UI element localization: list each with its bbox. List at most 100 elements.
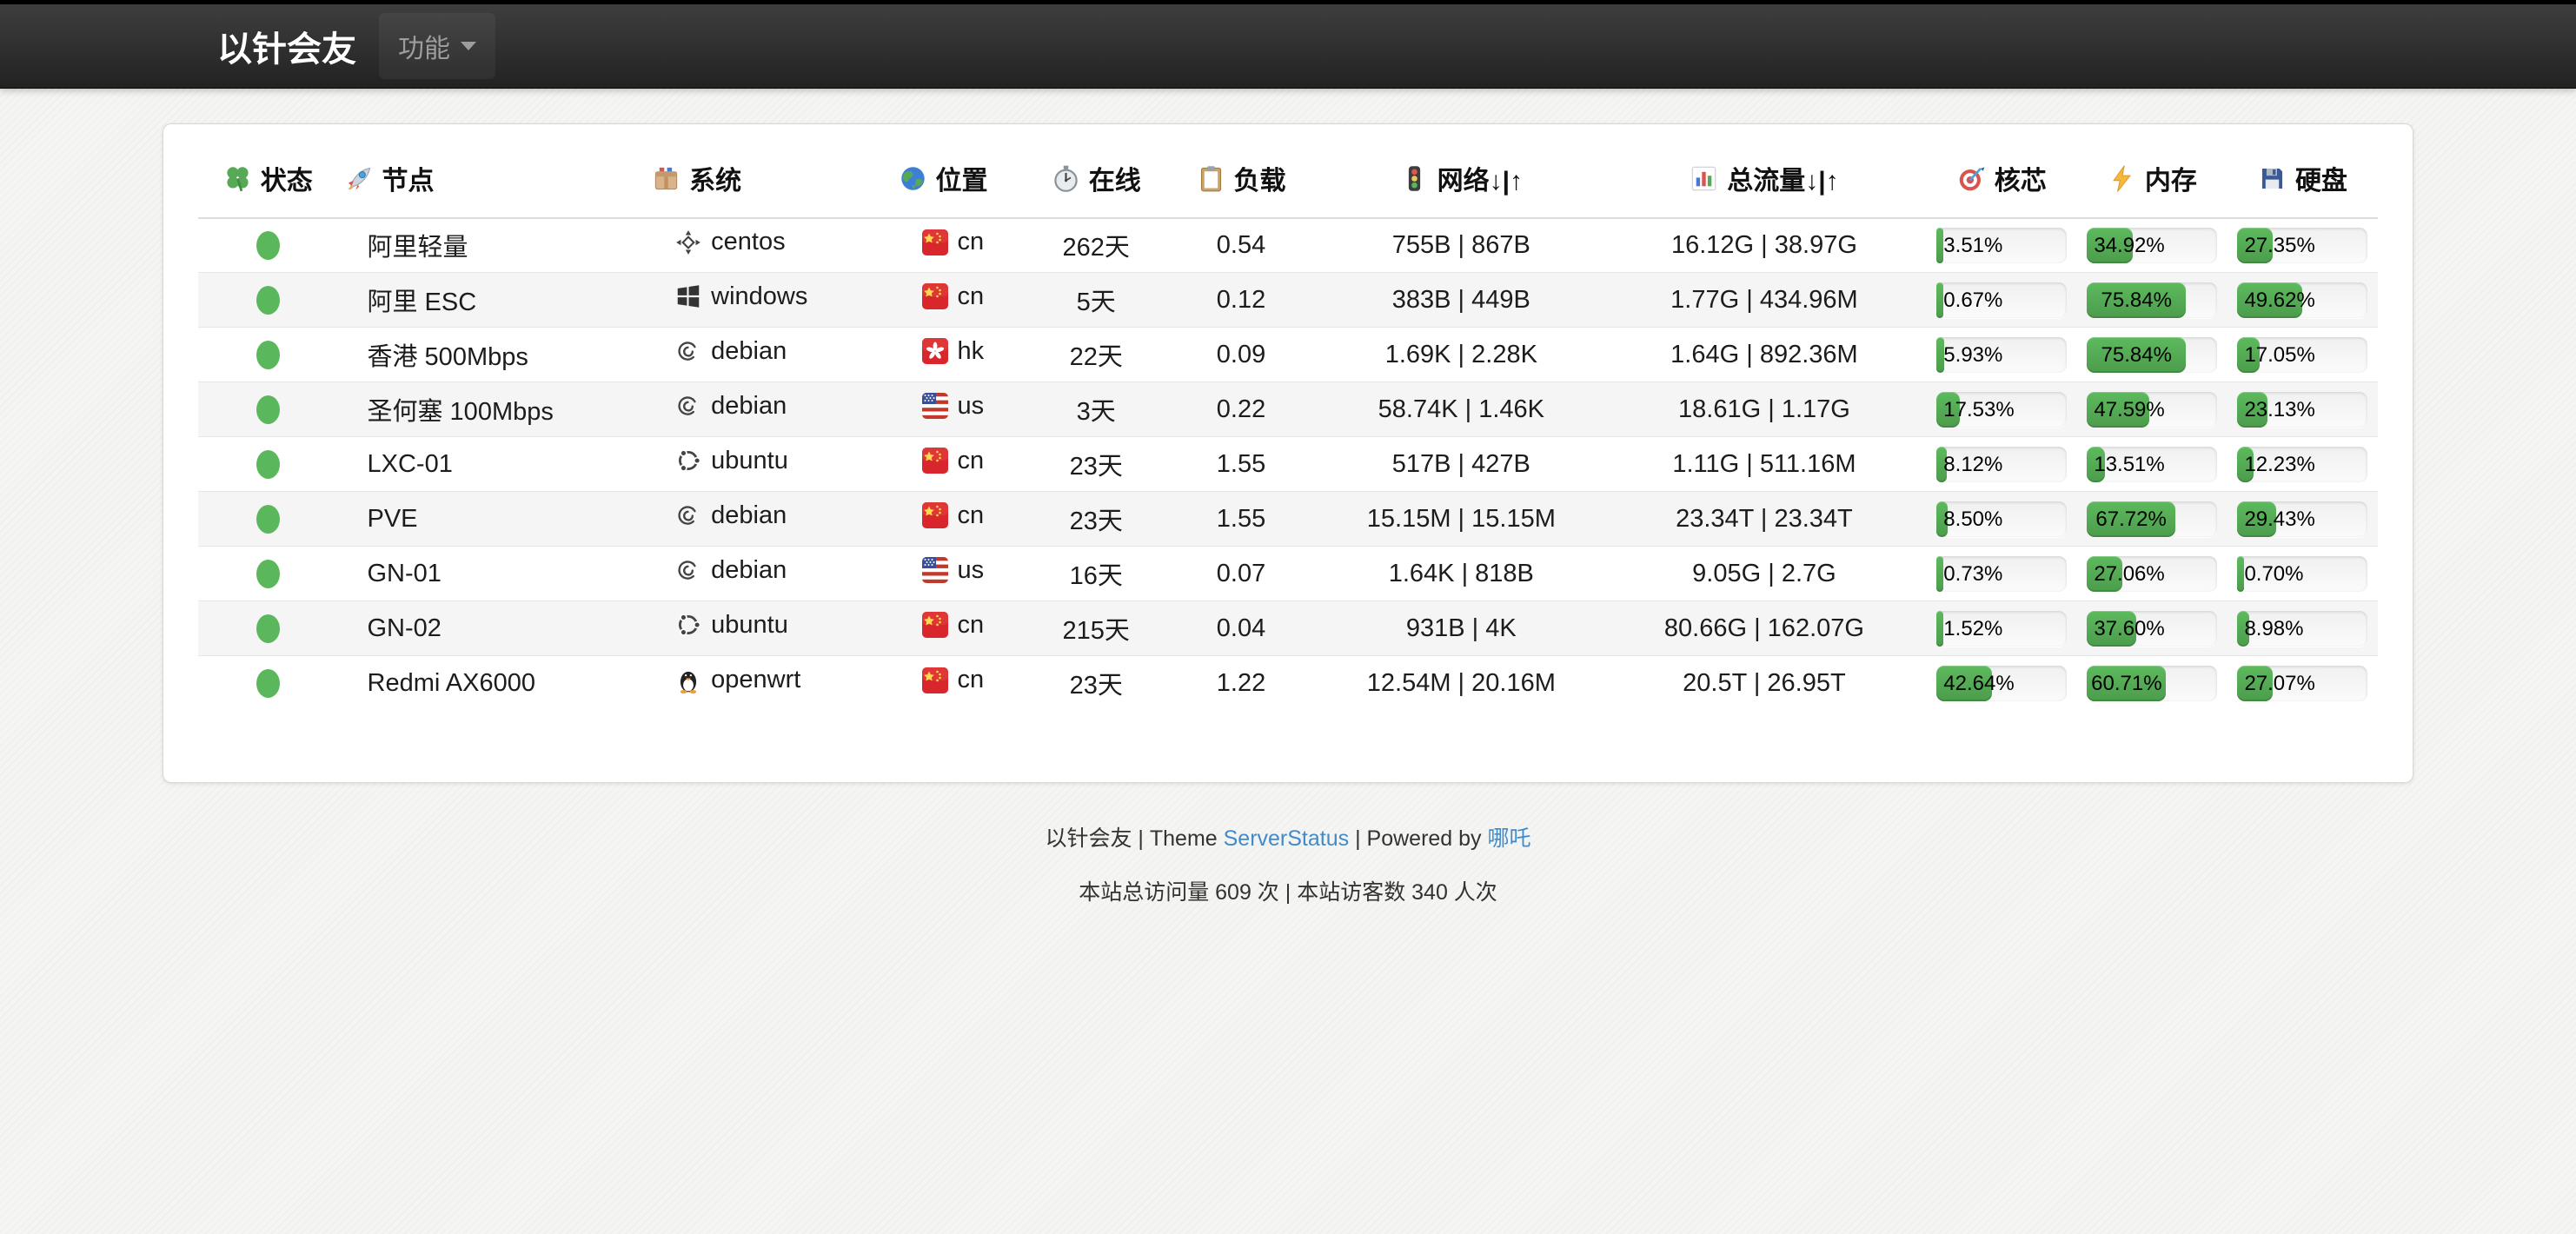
server-network: 15.15M | 15.15M — [1321, 492, 1603, 547]
server-traffic: 23.34T | 23.34T — [1602, 492, 1927, 547]
cpu-percent-label: 1.52% — [1943, 611, 2002, 647]
server-location-label: cn — [958, 666, 985, 694]
footer-visit-stats: 本站总访问量 609 次 | 本站访客数 340 人次 — [0, 875, 2576, 906]
server-row[interactable]: 阿里 ESC windows cn 5天 0.12 383B | 449B 1.… — [198, 273, 2378, 328]
server-uptime: 23天 — [1031, 437, 1161, 492]
server-name: GN-01 — [338, 547, 646, 601]
server-load: 1.55 — [1161, 437, 1320, 492]
cn-flag-icon — [921, 447, 949, 474]
memory-progress-bar: 60.71% — [2087, 666, 2217, 701]
server-row[interactable]: GN-02 ubuntu cn 215天 0.04 931B | 4K 80.6… — [198, 601, 2378, 656]
cpu-progress-fill — [1936, 556, 1943, 592]
memory-progress-bar: 75.84% — [2087, 337, 2217, 373]
cpu-progress-bar: 8.50% — [1936, 501, 2067, 537]
server-traffic: 1.11G | 511.16M — [1602, 437, 1927, 492]
server-traffic: 80.66G | 162.07G — [1602, 601, 1927, 656]
server-name: 圣何塞 100Mbps — [338, 382, 646, 437]
brand-title[interactable]: 以针会友 — [217, 21, 356, 71]
target-icon — [1957, 164, 1986, 193]
globe-icon — [899, 164, 927, 193]
caret-down-icon — [461, 42, 476, 50]
cpu-percent-label: 8.50% — [1943, 501, 2002, 537]
server-traffic: 1.77G | 434.96M — [1602, 273, 1927, 328]
floppy-icon — [2258, 164, 2287, 193]
page-footer: 以针会友 | Theme ServerStatus | Powered by 哪… — [0, 821, 2576, 906]
cn-flag-icon — [921, 667, 949, 694]
cpu-progress-bar: 0.73% — [1936, 556, 2067, 592]
column-header-label: 位置 — [936, 159, 988, 197]
package-icon — [652, 164, 681, 193]
server-row[interactable]: LXC-01 ubuntu cn 23天 1.55 517B | 427B 1.… — [198, 437, 2378, 492]
server-network: 517B | 427B — [1321, 437, 1603, 492]
disk-percent-label: 17.05% — [2244, 337, 2314, 373]
server-traffic: 9.05G | 2.7G — [1602, 547, 1927, 601]
cpu-percent-label: 3.51% — [1943, 228, 2002, 263]
debian-icon — [674, 392, 702, 420]
server-load: 0.09 — [1161, 328, 1320, 382]
server-location-label: cn — [958, 611, 985, 640]
powered-by-link[interactable]: 哪吒 — [1488, 826, 1531, 851]
column-header-label: 硬盘 — [2295, 159, 2347, 197]
cpu-progress-bar: 3.51% — [1936, 228, 2067, 263]
memory-percent-label: 67.72% — [2087, 501, 2175, 537]
cpu-progress-bar: 8.12% — [1936, 447, 2067, 482]
server-network: 755B | 867B — [1321, 218, 1603, 273]
server-row[interactable]: 阿里轻量 centos cn 262天 0.54 755B | 867B 16.… — [198, 218, 2378, 273]
disk-progress-bar: 23.13% — [2237, 392, 2367, 428]
memory-progress-bar: 37.60% — [2087, 611, 2217, 647]
disk-progress-bar: 29.43% — [2237, 501, 2367, 537]
server-location-label: cn — [958, 282, 985, 311]
features-menu[interactable]: 功能 — [379, 13, 495, 79]
cpu-percent-label: 5.93% — [1943, 337, 2002, 373]
server-row[interactable]: GN-01 debian us 16天 0.07 1.64K | 818B 9.… — [198, 547, 2378, 601]
stopwatch-icon — [1052, 164, 1080, 193]
status-dot-online — [256, 450, 280, 479]
server-traffic: 20.5T | 26.95T — [1602, 656, 1927, 711]
memory-percent-label: 75.84% — [2087, 282, 2186, 318]
server-network: 12.54M | 20.16M — [1321, 656, 1603, 711]
server-row[interactable]: Redmi AX6000 openwrt cn 23天 1.22 12.54M … — [198, 656, 2378, 711]
openwrt-icon — [674, 667, 702, 694]
memory-percent-label: 37.60% — [2094, 611, 2164, 647]
memory-percent-label: 27.06% — [2094, 556, 2164, 592]
debian-icon — [674, 556, 702, 584]
server-table-body: 阿里轻量 centos cn 262天 0.54 755B | 867B 16.… — [198, 218, 2378, 711]
footer-credits: 以针会友 | Theme ServerStatus | Powered by 哪… — [0, 821, 2576, 853]
hk-flag-icon — [921, 337, 949, 365]
disk-progress-bar: 0.70% — [2237, 556, 2367, 592]
us-flag-icon — [921, 392, 949, 420]
bar-chart-icon — [1690, 164, 1718, 193]
server-uptime: 23天 — [1031, 656, 1161, 711]
status-dot-online — [256, 395, 280, 424]
server-row[interactable]: PVE debian cn 23天 1.55 15.15M | 15.15M 2… — [198, 492, 2378, 547]
server-location-label: hk — [958, 337, 985, 366]
column-header-online: 在线 — [1031, 145, 1161, 218]
debian-icon — [674, 501, 702, 529]
server-row[interactable]: 香港 500Mbps debian hk 22天 0.09 1.69K | 2.… — [198, 328, 2378, 382]
disk-progress-bar: 49.62% — [2237, 282, 2367, 318]
status-dot-online — [256, 286, 280, 315]
server-uptime: 23天 — [1031, 492, 1161, 547]
server-row[interactable]: 圣何塞 100Mbps debian us 3天 0.22 58.74K | 1… — [198, 382, 2378, 437]
server-name: 香港 500Mbps — [338, 328, 646, 382]
cpu-percent-label: 8.12% — [1943, 447, 2002, 482]
column-header-system: 系统 — [645, 145, 891, 218]
cpu-progress-bar: 0.67% — [1936, 282, 2067, 318]
theme-link[interactable]: ServerStatus — [1224, 826, 1350, 851]
server-network: 383B | 449B — [1321, 273, 1603, 328]
debian-icon — [674, 337, 702, 365]
column-header-label: 网络↓|↑ — [1437, 159, 1523, 197]
server-name: 阿里 ESC — [338, 273, 646, 328]
memory-percent-label: 34.92% — [2094, 228, 2164, 263]
server-name: 阿里轻量 — [338, 218, 646, 273]
cpu-progress-bar: 5.93% — [1936, 337, 2067, 373]
server-location-label: cn — [958, 501, 985, 530]
column-header-label: 总流量↓|↑ — [1727, 159, 1838, 197]
memory-progress-bar: 34.92% — [2087, 228, 2217, 263]
disk-progress-bar: 12.23% — [2237, 447, 2367, 482]
server-load: 0.12 — [1161, 273, 1320, 328]
server-location-label: cn — [958, 447, 985, 475]
server-load: 0.04 — [1161, 601, 1320, 656]
server-os-label: debian — [711, 556, 787, 585]
cpu-percent-label: 0.67% — [1943, 282, 2002, 318]
